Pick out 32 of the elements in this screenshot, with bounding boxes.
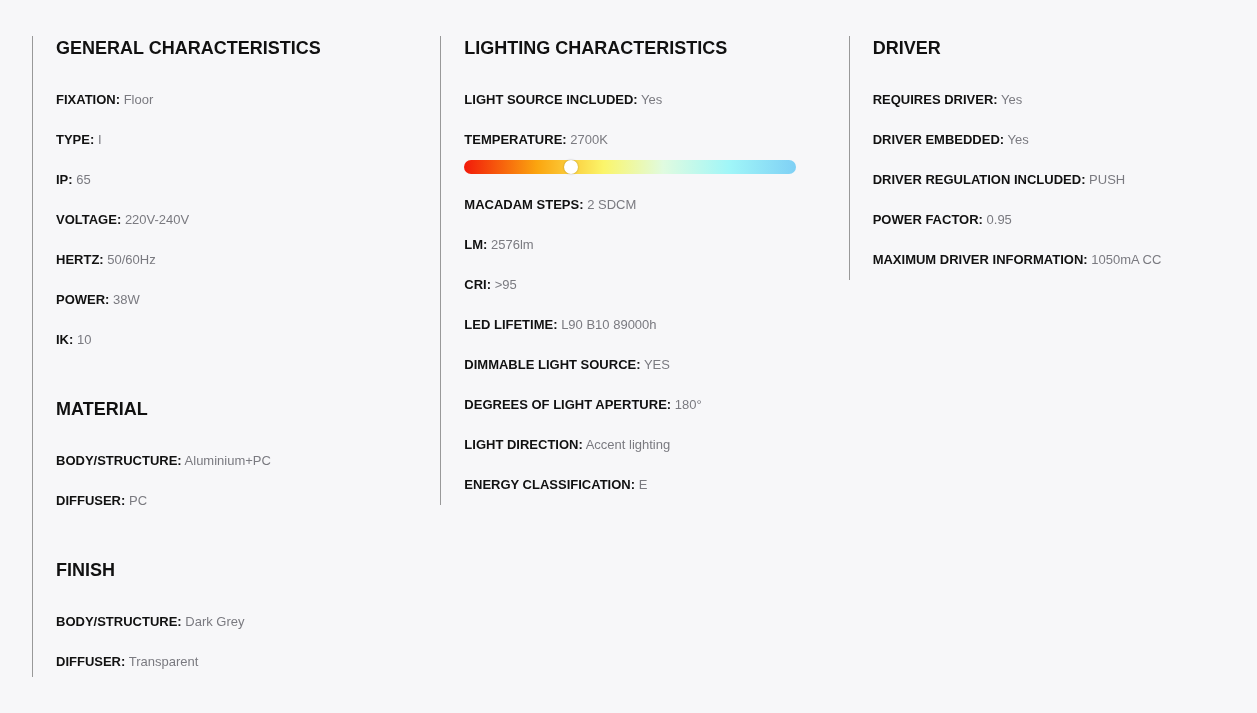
section-heading: GENERAL CHARACTERISTICS [56,37,322,60]
section-heading: FINISH [56,559,116,582]
spec-line: IK: 10 [56,331,93,349]
spec-line: ENERGY CLASSIFICATION: E [464,476,649,494]
spec-line: POWER FACTOR: 0.95 [872,211,1013,229]
spec-line: LED LIFETIME: L90 B10 89000h [464,316,658,334]
spec-line: DRIVER REGULATION INCLUDED: PUSH [872,171,1127,189]
spec-line: HERTZ: 50/60Hz [56,251,157,269]
section-heading: MATERIAL [56,398,149,421]
spec-line: MAXIMUM DRIVER INFORMATION: 1050mA CC [872,251,1163,269]
spec-line: CRI: >95 [464,276,518,294]
spec-line: POWER: 38W [56,291,141,309]
spec-line: REQUIRES DRIVER: Yes [872,91,1024,109]
spec-line: IP: 65 [56,171,92,189]
spec-line: TEMPERATURE: 2700K [464,131,609,149]
spec-line: MACADAM STEPS: 2 SDCM [464,196,638,214]
spec-line: BODY/STRUCTURE: Aluminium+PC [56,452,272,470]
section-heading: DRIVER [872,37,942,60]
slider-thumb[interactable] [563,160,578,174]
spec-line: FIXATION: Floor [56,91,155,109]
spec-line: DIMMABLE LIGHT SOURCE: YES [464,356,671,374]
spec-line: DEGREES OF LIGHT APERTURE: 180° [464,396,703,414]
spec-line: TYPE: I [56,131,103,149]
spec-line: DIFFUSER: Transparent [56,653,200,671]
spec-line: LIGHT SOURCE INCLUDED: Yes [464,91,664,109]
spec-line: BODY/STRUCTURE: Dark Grey [56,613,246,631]
section-heading: LIGHTING CHARACTERISTICS [464,37,729,60]
spec-line: LIGHT DIRECTION: Accent lighting [464,436,672,454]
spec-line: LM: 2576lm [464,236,535,254]
spec-line: DRIVER EMBEDDED: Yes [872,131,1030,149]
spec-line: VOLTAGE: 220V-240V [56,211,191,229]
spec-line: DIFFUSER: PC [56,492,149,510]
